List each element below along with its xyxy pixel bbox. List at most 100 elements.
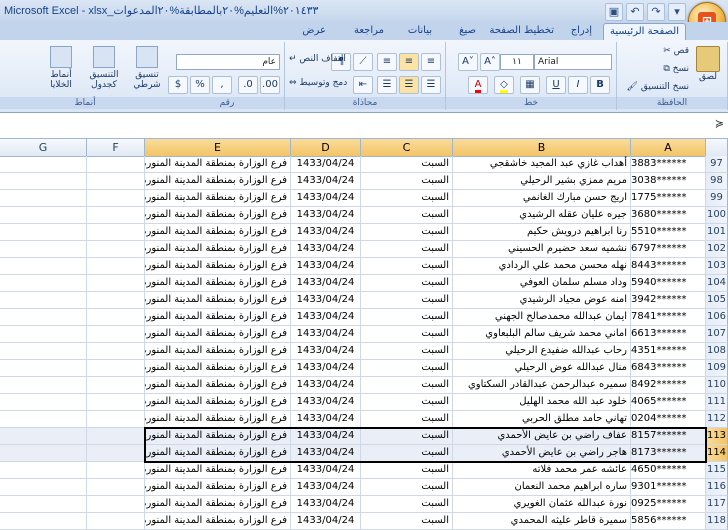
empty-cell[interactable] — [87, 241, 145, 258]
row-header[interactable]: 117 — [706, 496, 728, 513]
empty-cell[interactable] — [0, 343, 87, 360]
dropdown-icon[interactable]: ▾ — [668, 3, 686, 21]
indent-button[interactable]: ⇤ — [353, 76, 373, 94]
empty-cell[interactable] — [87, 292, 145, 309]
tab-home[interactable]: الصفحة الرئيسية — [603, 23, 686, 40]
empty-cell[interactable] — [87, 513, 145, 530]
day-cell[interactable]: السبت — [361, 309, 453, 326]
empty-cell[interactable] — [0, 445, 87, 462]
day-cell[interactable]: السبت — [361, 479, 453, 496]
empty-cell[interactable] — [87, 479, 145, 496]
day-cell[interactable]: السبت — [361, 343, 453, 360]
location-cell[interactable]: فرع الوزارة بمنطقة المدينة المنورة — [145, 292, 291, 309]
day-cell[interactable]: السبت — [361, 496, 453, 513]
name-cell[interactable]: نورة عبدالله عثمان الغويري — [453, 496, 631, 513]
date-cell[interactable]: 1433/04/24 — [291, 462, 361, 479]
date-cell[interactable]: 1433/04/24 — [291, 309, 361, 326]
row-header[interactable]: 102 — [706, 241, 728, 258]
column-header-b[interactable]: B — [453, 139, 631, 157]
location-cell[interactable]: فرع الوزارة بمنطقة المدينة المنورة — [145, 156, 291, 173]
name-cell[interactable]: امنه عوض مجياد الرشيدي — [453, 292, 631, 309]
percent-style-button[interactable]: % — [190, 76, 210, 94]
day-cell[interactable]: السبت — [361, 411, 453, 428]
location-cell[interactable]: فرع الوزارة بمنطقة المدينة المنورة — [145, 394, 291, 411]
date-cell[interactable]: 1433/04/24 — [291, 479, 361, 496]
location-cell[interactable]: فرع الوزارة بمنطقة المدينة المنورة — [145, 343, 291, 360]
location-cell[interactable]: فرع الوزارة بمنطقة المدينة المنورة — [145, 224, 291, 241]
name-cell[interactable]: تهاني حامد مطلق الحربي — [453, 411, 631, 428]
location-cell[interactable]: فرع الوزارة بمنطقة المدينة المنورة — [145, 275, 291, 292]
name-cell[interactable]: سميره عبدالرحمن عبدالقادر السكتاوي — [453, 377, 631, 394]
redo-icon[interactable]: ↷ — [647, 3, 665, 21]
name-cell[interactable]: نشميه سعد حضيرم الحسيني — [453, 241, 631, 258]
row-header[interactable]: 97 — [706, 156, 728, 173]
undo-icon[interactable]: ↶ — [626, 3, 644, 21]
id-cell[interactable]: 5510****** — [628, 224, 706, 241]
date-cell[interactable]: 1433/04/24 — [291, 207, 361, 224]
id-cell[interactable]: 4065****** — [628, 394, 706, 411]
location-cell[interactable]: فرع الوزارة بمنطقة المدينة المنورة — [145, 360, 291, 377]
location-cell[interactable]: فرع الوزارة بمنطقة المدينة المنورة — [145, 241, 291, 258]
date-cell[interactable]: 1433/04/24 — [291, 190, 361, 207]
id-cell[interactable]: 5940****** — [628, 275, 706, 292]
name-cell[interactable]: ايمان عبدالله محمدصالح الجهني — [453, 309, 631, 326]
empty-cell[interactable] — [0, 224, 87, 241]
select-all-corner[interactable] — [705, 139, 728, 157]
location-cell[interactable]: فرع الوزارة بمنطقة المدينة المنورة — [145, 428, 291, 445]
empty-cell[interactable] — [0, 275, 87, 292]
day-cell[interactable]: السبت — [361, 394, 453, 411]
row-header[interactable]: 99 — [706, 190, 728, 207]
empty-cell[interactable] — [0, 190, 87, 207]
paste-button[interactable]: لصق — [695, 46, 721, 90]
day-cell[interactable]: السبت — [361, 360, 453, 377]
location-cell[interactable]: فرع الوزارة بمنطقة المدينة المنورة — [145, 479, 291, 496]
borders-button[interactable]: ▦ — [520, 76, 540, 94]
row-header[interactable]: 103 — [706, 258, 728, 275]
id-cell[interactable]: 8173****** — [628, 445, 706, 462]
column-header-f[interactable]: F — [87, 139, 145, 157]
italic-button[interactable]: I — [568, 76, 588, 94]
date-cell[interactable]: 1433/04/24 — [291, 241, 361, 258]
id-cell[interactable]: 0204****** — [628, 411, 706, 428]
column-header-d[interactable]: D — [291, 139, 361, 157]
column-header-e[interactable]: E — [145, 139, 291, 157]
location-cell[interactable]: فرع الوزارة بمنطقة المدينة المنورة — [145, 445, 291, 462]
column-header-c[interactable]: C — [361, 139, 453, 157]
align-left-button[interactable]: ☰ — [377, 76, 397, 94]
day-cell[interactable]: السبت — [361, 513, 453, 530]
empty-cell[interactable] — [87, 275, 145, 292]
empty-cell[interactable] — [0, 496, 87, 513]
empty-cell[interactable] — [87, 496, 145, 513]
font-name-combo[interactable]: Arial — [534, 54, 612, 70]
empty-cell[interactable] — [0, 377, 87, 394]
id-cell[interactable]: 3883****** — [628, 156, 706, 173]
id-cell[interactable]: 3680****** — [628, 207, 706, 224]
row-header[interactable]: 107 — [706, 326, 728, 343]
date-cell[interactable]: 1433/04/24 — [291, 258, 361, 275]
day-cell[interactable]: السبت — [361, 428, 453, 445]
empty-cell[interactable] — [87, 394, 145, 411]
empty-cell[interactable] — [0, 156, 87, 173]
empty-cell[interactable] — [87, 343, 145, 360]
underline-button[interactable]: U — [546, 76, 566, 94]
empty-cell[interactable] — [0, 292, 87, 309]
name-cell[interactable]: رنا ابراهيم درويش حكيم — [453, 224, 631, 241]
empty-cell[interactable] — [87, 258, 145, 275]
row-header[interactable]: 98 — [706, 173, 728, 190]
id-cell[interactable]: 5856****** — [628, 513, 706, 530]
location-cell[interactable]: فرع الوزارة بمنطقة المدينة المنورة — [145, 377, 291, 394]
cut-button[interactable]: ✂ قص — [663, 46, 689, 56]
name-cell[interactable]: أهداب غازي عبد المجيد خاشقجي — [453, 156, 631, 173]
empty-cell[interactable] — [87, 360, 145, 377]
empty-cell[interactable] — [0, 258, 87, 275]
name-cell[interactable]: مريم ممزي بشير الرحيلي — [453, 173, 631, 190]
row-header[interactable]: 112 — [706, 411, 728, 428]
empty-cell[interactable] — [0, 173, 87, 190]
conditional-format-button[interactable]: تنسيق شرطي — [128, 46, 166, 90]
date-cell[interactable]: 1433/04/24 — [291, 173, 361, 190]
date-cell[interactable]: 1433/04/24 — [291, 360, 361, 377]
date-cell[interactable]: 1433/04/24 — [291, 156, 361, 173]
save-icon[interactable]: ▣ — [605, 3, 623, 21]
location-cell[interactable]: فرع الوزارة بمنطقة المدينة المنورة — [145, 173, 291, 190]
tab-formulas[interactable]: صيغ — [453, 23, 482, 39]
